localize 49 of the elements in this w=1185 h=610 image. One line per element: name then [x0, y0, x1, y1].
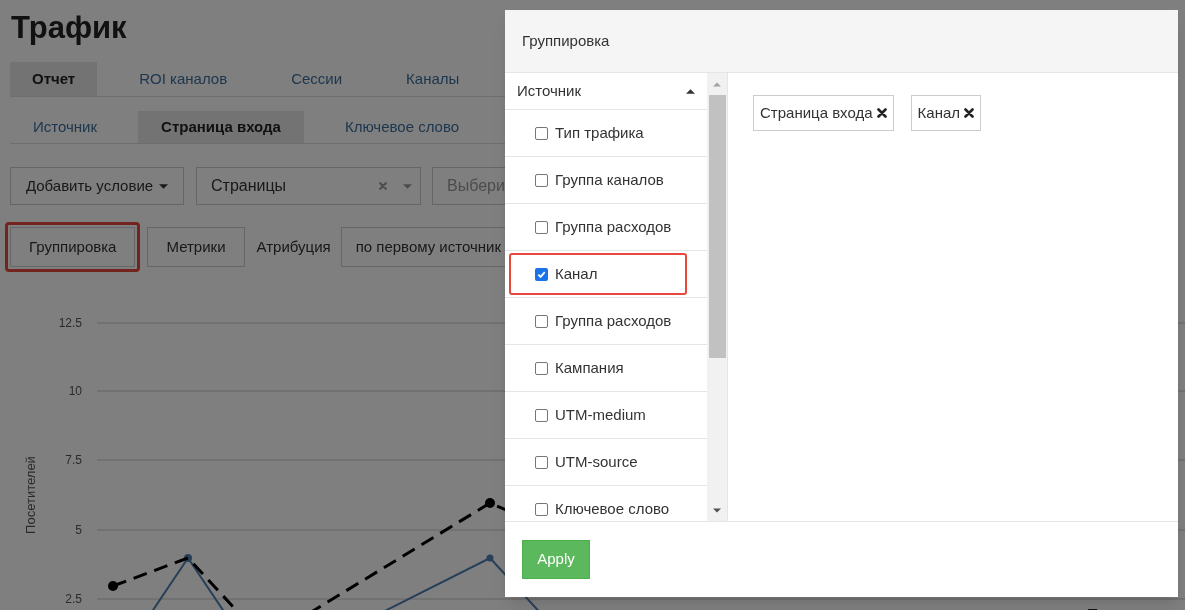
y-tick-label: 12.5 [58, 316, 82, 330]
y-tick-label: 7.5 [65, 453, 82, 467]
checkbox-row[interactable]: UTM-source [509, 441, 688, 483]
toolbar-button[interactable]: Метрики [147, 227, 245, 267]
checkbox[interactable] [535, 361, 548, 375]
page-title: Трафик [11, 9, 127, 47]
checkbox[interactable] [535, 267, 548, 281]
dropdown-caret-icon [403, 183, 412, 189]
checkbox[interactable] [535, 502, 548, 516]
checkbox-row[interactable]: Тип трафика [509, 112, 688, 154]
tab[interactable]: Страница входа [138, 111, 304, 143]
caret-icon [159, 183, 169, 189]
checkbox-row[interactable]: Группа расходов [509, 300, 688, 342]
checkbox[interactable] [535, 220, 548, 234]
tab[interactable]: Ключевое слово [321, 111, 483, 143]
checkbox[interactable] [535, 408, 548, 422]
remove-icon[interactable] [876, 108, 887, 118]
add-condition-button[interactable]: Добавить условие [10, 167, 184, 205]
pages-select[interactable]: Страницы [196, 167, 421, 205]
dialog-title: Группировка [522, 30, 610, 51]
checkbox-row[interactable]: Кампания [509, 347, 688, 389]
check-icon [537, 269, 546, 279]
tab[interactable]: Источник [10, 111, 121, 143]
checkbox[interactable] [535, 126, 548, 140]
tab[interactable]: Отчет [10, 62, 98, 96]
y-tick-label: 10 [68, 384, 82, 398]
checkbox-row[interactable]: Ключевое слово [509, 488, 688, 521]
checkbox[interactable] [535, 455, 548, 469]
tab[interactable]: ROI каналов [117, 62, 250, 96]
scrollbar[interactable] [707, 73, 727, 521]
toolbar-button[interactable]: Группировка [10, 227, 136, 267]
tab[interactable]: Сессии [269, 62, 365, 96]
tab[interactable]: Каналы [384, 62, 482, 96]
selected-tag: Страница входа [753, 95, 894, 131]
attribution-label: Атрибуция [256, 236, 331, 257]
apply-button[interactable]: Apply [522, 540, 590, 579]
checkbox[interactable] [535, 173, 548, 187]
selected-tag: Канал [910, 95, 982, 131]
checkbox[interactable] [535, 314, 548, 328]
checkbox-row[interactable]: Канал [509, 253, 688, 295]
collapse-caret-icon [686, 88, 696, 94]
checkbox-row[interactable]: Группа каналов [509, 159, 688, 201]
scrollbar-thumb[interactable] [708, 95, 726, 358]
y-axis-label: Посетителей [23, 456, 38, 534]
scroll-down-icon[interactable] [713, 508, 722, 513]
remove-icon[interactable] [964, 108, 975, 118]
y-tick-label: 5 [75, 523, 82, 537]
y-tick-label: 2.5 [65, 592, 82, 606]
checkbox-row[interactable]: UTM-medium [509, 394, 688, 436]
